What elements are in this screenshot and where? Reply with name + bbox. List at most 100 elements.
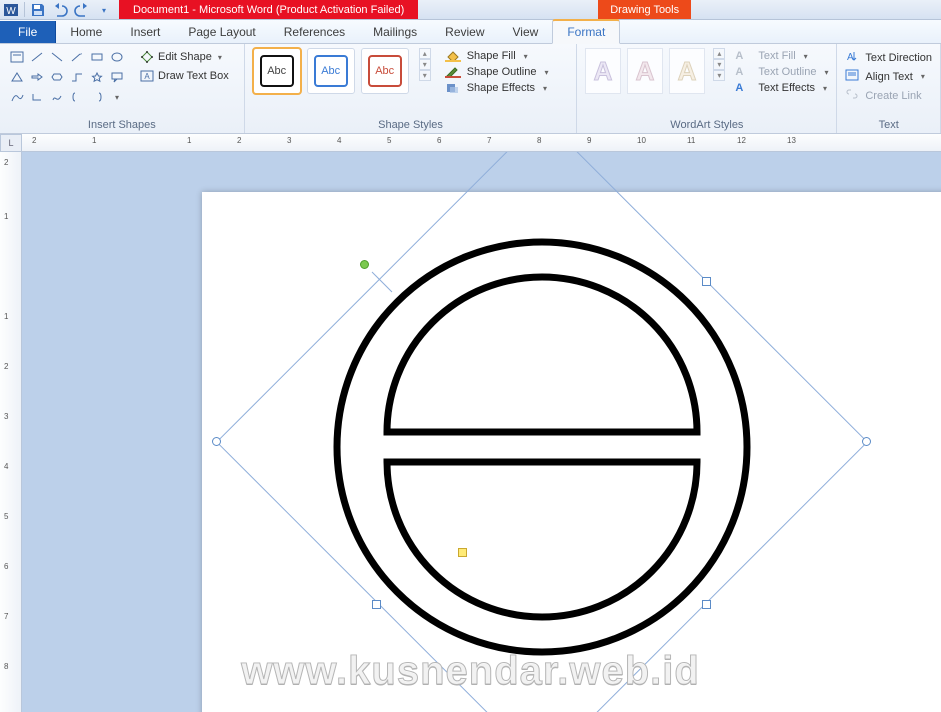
edit-shape-button[interactable]: Edit Shape▾ (136, 48, 233, 66)
ruler-corner[interactable]: L (0, 134, 22, 152)
tab-review[interactable]: Review (431, 21, 498, 43)
wa-down-icon[interactable]: ▾ (713, 59, 725, 70)
handle-left[interactable] (212, 437, 221, 446)
svg-text:A: A (847, 52, 854, 62)
shape-line2-icon[interactable] (48, 48, 66, 66)
tab-view[interactable]: View (499, 21, 553, 43)
qat-dropdown-icon[interactable]: ▾ (96, 2, 112, 18)
window-title: Document1 - Microsoft Word (Product Acti… (119, 0, 418, 19)
workspace: L 2112345678910111213 2112345678 (0, 134, 941, 712)
gallery-down-icon[interactable]: ▾ (419, 59, 431, 70)
svg-text:W: W (6, 6, 16, 17)
title-bar: W ▾ Document1 - Microsoft Word (Product … (0, 0, 941, 20)
shape-oval-icon[interactable] (108, 48, 126, 66)
shape-connector-icon[interactable] (68, 68, 86, 86)
wordart-preset-2[interactable]: A (627, 48, 663, 94)
shape-triangle-icon[interactable] (8, 68, 26, 86)
text-outline-button[interactable]: A Text Outline▾ (735, 64, 828, 80)
wordart-preset-3[interactable]: A (669, 48, 705, 94)
tab-home[interactable]: Home (56, 21, 116, 43)
group-label-text: Text (845, 117, 932, 131)
handle-bl[interactable] (372, 600, 381, 609)
text-direction-icon: A (845, 50, 859, 65)
handle-tr[interactable] (702, 277, 711, 286)
rotate-handle[interactable] (360, 260, 369, 269)
bucket-icon (445, 50, 461, 62)
document-canvas[interactable] (22, 152, 941, 712)
text-effects-icon: A (735, 82, 743, 94)
text-direction-button[interactable]: AText Direction (845, 48, 932, 67)
svg-text:A: A (678, 56, 697, 86)
wordart-preset-1[interactable]: A (585, 48, 621, 94)
handle-br[interactable] (702, 600, 711, 609)
shape-fill-button[interactable]: Shape Fill▾ (445, 48, 549, 64)
ribbon: ▾ Edit Shape▾ A Draw Text Box Insert Sha… (0, 44, 941, 134)
style-preset-3[interactable]: Abc (361, 48, 409, 94)
shape-more-icon[interactable]: ▾ (108, 88, 126, 106)
effects-icon (445, 82, 461, 94)
group-label-shape-styles: Shape Styles (253, 117, 569, 131)
undo-icon[interactable] (52, 2, 68, 18)
shapes-gallery[interactable]: ▾ (8, 48, 126, 106)
style-preset-1[interactable]: Abc (253, 48, 301, 94)
create-link-button[interactable]: Create Link (845, 86, 921, 105)
shape-freeform-icon[interactable] (48, 88, 66, 106)
shape-effects-button[interactable]: Shape Effects▾ (445, 80, 549, 96)
tab-page-layout[interactable]: Page Layout (174, 21, 269, 43)
shape-rect-icon[interactable] (88, 48, 106, 66)
draw-text-box-label: Draw Text Box (158, 70, 229, 82)
horizontal-ruler[interactable]: 2112345678910111213 (22, 134, 941, 152)
svg-text:A: A (636, 56, 655, 86)
shape-brace-icon[interactable] (68, 88, 86, 106)
group-shape-styles: Abc Abc Abc ▴ ▾ ▾ Shape Fill▾ Shape Outl… (245, 44, 578, 133)
shape-textbox-icon[interactable] (8, 48, 26, 66)
edit-shape-icon (140, 50, 154, 64)
tab-mailings[interactable]: Mailings (359, 21, 431, 43)
draw-text-box-button[interactable]: A Draw Text Box (136, 67, 233, 85)
vertical-ruler[interactable]: 2112345678 (0, 152, 22, 712)
tab-insert[interactable]: Insert (116, 21, 174, 43)
shape-curve-icon[interactable] (8, 88, 26, 106)
tab-references[interactable]: References (270, 21, 359, 43)
adjust-handle[interactable] (458, 548, 467, 557)
edit-shape-label: Edit Shape (158, 51, 212, 63)
group-label-wordart-styles: WordArt Styles (585, 117, 828, 131)
align-text-button[interactable]: Align Text▾ (845, 67, 925, 86)
pen-icon (445, 66, 461, 78)
shape-line-icon[interactable] (28, 48, 46, 66)
text-fill-button[interactable]: A Text Fill▾ (735, 48, 828, 64)
shape-arrow-icon[interactable] (68, 48, 86, 66)
group-text: AText Direction Align Text▾ Create Link … (837, 44, 941, 133)
style-preset-2[interactable]: Abc (307, 48, 355, 94)
shape-hexagon-icon[interactable] (48, 68, 66, 86)
shape-star-icon[interactable] (88, 68, 106, 86)
text-fill-icon: A (735, 50, 743, 62)
file-tab[interactable]: File (0, 21, 56, 43)
redo-icon[interactable] (74, 2, 90, 18)
text-outline-icon: A (735, 66, 743, 78)
contextual-tab-label: Drawing Tools (598, 0, 691, 19)
shape-arrow-right-icon[interactable] (28, 68, 46, 86)
shape-selection[interactable] (222, 162, 862, 712)
align-text-icon (845, 69, 859, 84)
svg-text:A: A (594, 56, 613, 86)
gallery-up-icon[interactable]: ▴ (419, 48, 431, 59)
shape-outline-button[interactable]: Shape Outline▾ (445, 64, 549, 80)
ribbon-tabs: File Home Insert Page Layout References … (0, 20, 941, 44)
handle-right[interactable] (862, 437, 871, 446)
group-insert-shapes: ▾ Edit Shape▾ A Draw Text Box Insert Sha… (0, 44, 245, 133)
save-icon[interactable] (30, 2, 46, 18)
shape-brace2-icon[interactable] (88, 88, 106, 106)
text-effects-button[interactable]: A Text Effects▾ (735, 80, 828, 96)
gallery-more-icon[interactable]: ▾ (419, 70, 431, 81)
handle-tl[interactable] (372, 277, 381, 286)
group-wordart-styles: A A A ▴ ▾ ▾ A Text Fill▾ A Text Outline▾… (577, 44, 837, 133)
wa-up-icon[interactable]: ▴ (713, 48, 725, 59)
shape-callout-icon[interactable] (108, 68, 126, 86)
text-box-icon: A (140, 69, 154, 83)
group-label-insert-shapes: Insert Shapes (8, 117, 236, 131)
shape-angle-icon[interactable] (28, 88, 46, 106)
tab-format[interactable]: Format (552, 19, 620, 44)
wa-more-icon[interactable]: ▾ (713, 70, 725, 81)
app-icon: W (3, 2, 19, 18)
